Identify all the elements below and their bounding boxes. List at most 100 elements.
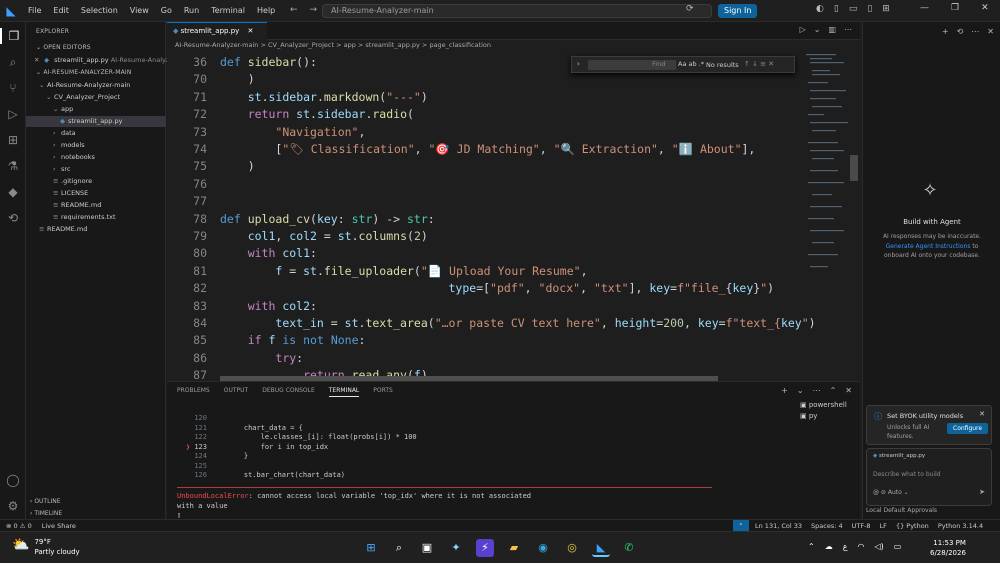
restore-icon[interactable]: ❐	[951, 3, 959, 13]
generate-instructions-link[interactable]: Generate Agent Instructions	[886, 243, 971, 250]
tree-item[interactable]: ⌄ AI-Resume-Analyzer-main	[26, 80, 166, 91]
tree-item[interactable]: › notebooks	[26, 152, 166, 163]
find-nav[interactable]: ↑ ↓ ≡ ✕	[744, 60, 774, 68]
status-right-item[interactable]: Spaces: 4	[811, 522, 843, 530]
minimap[interactable]	[806, 50, 852, 280]
chevron-down-icon[interactable]: ⌄	[814, 25, 821, 34]
close-window-icon[interactable]: ✕	[981, 3, 989, 13]
status-left-item[interactable]: ⊗ 0 ⚠ 0	[6, 522, 32, 530]
settings-gear-icon[interactable]: ⚙	[5, 498, 21, 514]
status-right-item[interactable]: UTF-8	[852, 522, 871, 530]
back-arrow-icon[interactable]: ←	[290, 5, 298, 15]
remote-explorer-icon[interactable]: ⟲	[5, 210, 21, 226]
menu-help[interactable]: Help	[251, 6, 281, 15]
find-options[interactable]: Aa ab .*	[678, 60, 704, 68]
status-right-item[interactable]: Ln 131, Col 33	[755, 522, 802, 530]
menu-run[interactable]: Run	[178, 6, 205, 15]
volume-icon[interactable]: ◁)	[874, 542, 883, 551]
whatsapp-icon[interactable]: ✆	[620, 539, 638, 557]
copilot-icon[interactable]: ✦	[447, 539, 465, 557]
tree-item[interactable]: ⌄ CV_Analyzer_Project	[26, 92, 166, 103]
status-left-item[interactable]: Live Share	[42, 522, 76, 530]
chat-input[interactable]: ◆ streamlit_app.py Describe what to buil…	[866, 448, 992, 506]
panel-tab-terminal[interactable]: TERMINAL	[328, 387, 360, 397]
file-explorer-icon[interactable]: ▰	[505, 539, 523, 557]
language-indicator[interactable]: ع	[843, 542, 848, 551]
vscode-taskbar-icon[interactable]: ◣	[592, 539, 610, 557]
power-automate-icon[interactable]: ⚡	[476, 539, 494, 557]
close-icon[interactable]: ✕	[979, 410, 985, 418]
more-actions-icon[interactable]: ⋯	[844, 25, 852, 34]
tab-streamlit-app[interactable]: ◆ streamlit_app.py ✕	[167, 22, 267, 40]
account-icon[interactable]: ◯	[5, 472, 21, 488]
panel-tab-ports[interactable]: PORTS	[373, 387, 393, 397]
history-icon[interactable]: ⟲	[957, 27, 964, 36]
tree-item[interactable]: ⌄ app	[26, 104, 166, 115]
menu-file[interactable]: File	[22, 6, 47, 15]
search-icon[interactable]: ⌕	[390, 539, 408, 557]
extensions-icon[interactable]: ⊞	[5, 132, 21, 148]
forward-arrow-icon[interactable]: →	[310, 5, 318, 15]
menu-terminal[interactable]: Terminal	[205, 6, 251, 15]
context-file-chip[interactable]: ◆ streamlit_app.py	[873, 453, 925, 459]
wifi-icon[interactable]: ◠	[857, 542, 864, 551]
close-icon[interactable]: ✕	[987, 27, 994, 36]
weather-widget[interactable]: ⛅ 79°F Partly cloudy	[12, 537, 80, 557]
find-input[interactable]: Find	[588, 60, 676, 70]
close-panel-icon[interactable]: ✕	[845, 386, 852, 395]
send-icon[interactable]: ➤	[979, 488, 985, 496]
workspace-root-header[interactable]: ⌄ AI-RESUME-ANALYZER-MAIN	[36, 69, 132, 76]
close-tab-icon[interactable]: ✕	[248, 27, 254, 35]
panel-tab-problems[interactable]: PROBLEMS	[177, 387, 210, 397]
status-right-item[interactable]: LF	[880, 522, 887, 530]
maximize-panel-icon[interactable]: ⌃	[830, 386, 837, 395]
chevron-up-icon[interactable]: ⌃	[808, 542, 815, 551]
run-debug-icon[interactable]: ▷	[5, 106, 21, 122]
python-icon[interactable]: ◆	[5, 184, 21, 200]
status-right-item[interactable]: {} Python	[896, 522, 929, 530]
clock[interactable]: 11:53 PM 6/28/2026	[930, 538, 966, 558]
vertical-scrollbar[interactable]	[850, 155, 858, 181]
code-editor[interactable]: 36 def sidebar(): 70 ) 71 st.sidebar.markdo…	[167, 53, 857, 380]
close-icon[interactable]: ✕	[34, 55, 42, 66]
chat-footer[interactable]: Local Default Approvals	[866, 507, 937, 514]
tree-item[interactable]: ◆ streamlit_app.py	[26, 116, 166, 127]
terminal-instance[interactable]: ▣ py	[800, 411, 847, 422]
menu-go[interactable]: Go	[155, 6, 178, 15]
tree-item[interactable]: › models	[26, 140, 166, 151]
onedrive-icon[interactable]: ☁	[825, 542, 833, 551]
configure-button[interactable]: Configure	[947, 423, 989, 434]
panel-tab-output[interactable]: OUTPUT	[224, 387, 248, 397]
chat-tools[interactable]: @ ⊘ Auto ⌄	[873, 489, 909, 496]
panel-tab-debug-console[interactable]: DEBUG CONSOLE	[262, 387, 315, 397]
menu-selection[interactable]: Selection	[75, 6, 124, 15]
tree-item[interactable]: ≡ README.md	[26, 224, 166, 235]
minimize-icon[interactable]: —	[920, 3, 929, 13]
accounts-icon[interactable]: ◐	[816, 4, 824, 14]
menu-view[interactable]: View	[124, 6, 155, 15]
timeline-section[interactable]: › TIMELINE	[30, 510, 62, 517]
tree-item[interactable]: ≡ .gitignore	[26, 176, 166, 187]
tree-item[interactable]: ≡ requirements.txt	[26, 212, 166, 223]
more-actions-icon[interactable]: ⋯	[813, 386, 821, 395]
chevron-down-icon[interactable]: ⌄	[797, 386, 804, 395]
sign-in-button[interactable]: Sign In	[718, 4, 758, 18]
testing-icon[interactable]: ⚗	[5, 158, 21, 174]
expand-replace-icon[interactable]: ›	[577, 60, 580, 68]
breadcrumb[interactable]: AI-Resume-Analyzer-main > CV_Analyzer_Pr…	[167, 41, 857, 53]
customize-layout-icon[interactable]: ⊞	[882, 4, 890, 14]
status-right-item[interactable]: Python 3.14.4	[938, 522, 983, 530]
toggle-secondary-sidebar-icon[interactable]: ▯	[867, 4, 872, 14]
open-editor-item[interactable]: ✕ ◆ streamlit_app.py AI-Resume-Analyz...	[26, 55, 176, 66]
copilot-icon[interactable]: ⟳	[686, 4, 694, 14]
tree-item[interactable]: › data	[26, 128, 166, 139]
tree-item[interactable]: › src	[26, 164, 166, 175]
explorer-icon[interactable]: ❐	[0, 28, 26, 44]
task-view-icon[interactable]: ▣	[418, 539, 436, 557]
outline-section[interactable]: › OUTLINE	[30, 498, 60, 505]
source-control-icon[interactable]: ⑂	[5, 80, 21, 96]
search-icon[interactable]: ⌕	[5, 54, 21, 70]
windows-start-icon[interactable]: ⊞	[362, 539, 380, 557]
tree-item[interactable]: ≡ README.md	[26, 200, 166, 211]
battery-icon[interactable]: ▭	[894, 542, 902, 551]
